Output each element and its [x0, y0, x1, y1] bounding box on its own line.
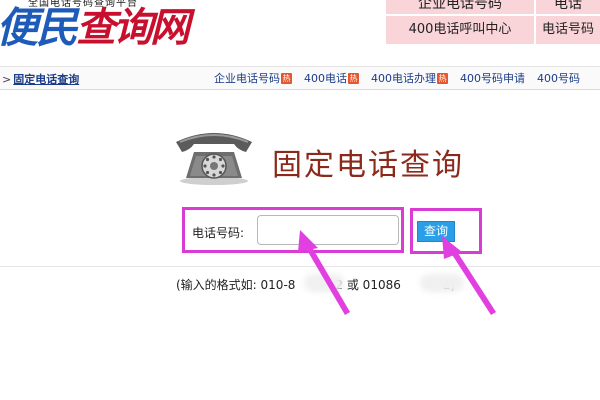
logo-text-part2: 查询网 — [76, 5, 190, 51]
quick-link-label: 400电话 — [304, 72, 347, 85]
quick-link-400-phone[interactable]: 400电话热 — [304, 70, 359, 86]
breadcrumb-arrow-icon: > — [2, 73, 12, 86]
topnav-item-phone[interactable]: 电话 — [536, 0, 600, 14]
hint-prefix: (输入的格式如: 010-8 — [176, 278, 296, 292]
hot-badge-icon: 热 — [437, 72, 448, 84]
telephone-icon — [176, 133, 252, 185]
quick-link-label: 400号码 — [537, 72, 580, 85]
quick-link-enterprise-phone[interactable]: 企业电话号码热 — [214, 70, 292, 86]
redaction-blur — [420, 274, 464, 292]
topnav-item-enterprise-phone[interactable]: 企业电话号码 — [386, 0, 534, 14]
topnav-item-400-call-center[interactable]: 400电话呼叫中心 — [386, 16, 534, 44]
breadcrumb-link-fixed-phone[interactable]: 固定电话查询 — [13, 73, 79, 86]
quick-link-label: 400号码申请 — [460, 72, 525, 85]
site-header: 全国电话号码查询平台 便民 查询网 企业电话号码 电话 400电话呼叫中心 电话… — [0, 0, 600, 66]
redaction-blur — [304, 274, 344, 292]
quick-links: 企业电话号码热 400电话热 400电话办理热 400号码申请 400号码 — [214, 70, 580, 86]
logo-text-part1: 便民 — [0, 3, 78, 52]
phone-number-label: 电话号码: — [192, 226, 245, 240]
topnav-item-phone-number[interactable]: 电话号码 — [536, 16, 600, 44]
breadcrumb: > 固定电话查询 — [2, 71, 79, 87]
site-logo[interactable]: 便民 查询网 — [0, 2, 190, 52]
top-nav: 企业电话号码 电话 400电话呼叫中心 电话号码 — [386, 0, 600, 44]
query-button[interactable]: 查询 — [417, 221, 455, 242]
section-divider — [0, 266, 600, 267]
phone-number-input[interactable] — [257, 215, 399, 245]
hot-badge-icon: 热 — [348, 72, 359, 84]
quick-link-400-apply[interactable]: 400号码申请 — [460, 70, 525, 86]
quick-link-400-number[interactable]: 400号码 — [537, 70, 580, 86]
quick-link-label: 企业电话号码 — [214, 72, 280, 85]
quick-link-label: 400电话办理 — [371, 72, 436, 85]
quick-link-400-handle[interactable]: 400电话办理热 — [371, 70, 448, 86]
hint-middle: 2 或 01086 — [335, 278, 401, 292]
hot-badge-icon: 热 — [281, 72, 292, 84]
page-title: 固定电话查询 — [272, 148, 464, 183]
sub-nav-bar: > 固定电话查询 企业电话号码热 400电话热 400电话办理热 400号码申请 … — [0, 66, 600, 90]
